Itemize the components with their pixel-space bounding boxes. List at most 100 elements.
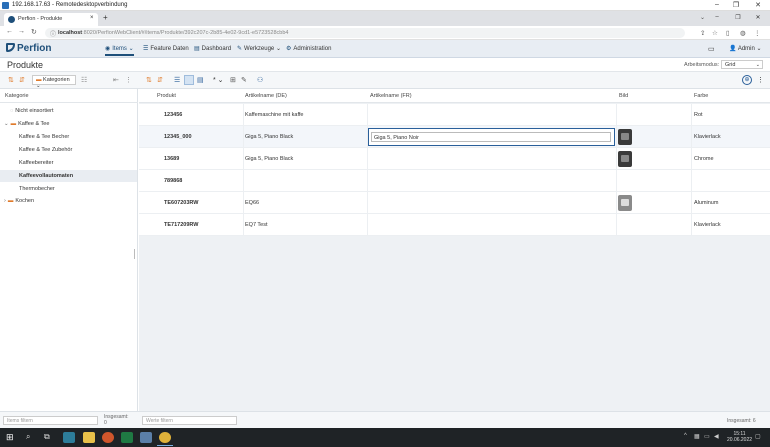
bookmark-star-icon[interactable]: ☆: [712, 29, 718, 37]
clipboard-icon[interactable]: ▭: [708, 45, 715, 53]
col-header-produkt[interactable]: Produkt: [157, 93, 176, 99]
edge-taskbar-icon[interactable]: [63, 432, 75, 443]
tree-item-kaffee-tee[interactable]: ⌄ ▬ Kaffee & Tee: [4, 121, 49, 127]
collapse-tree-icon[interactable]: ⇵: [19, 76, 25, 84]
tray-chevron-icon[interactable]: ^: [684, 433, 687, 439]
werte-filter-input[interactable]: Werte filtern: [142, 416, 237, 425]
minimize-button[interactable]: –: [712, 1, 722, 8]
chevron-down-icon[interactable]: ⌄: [4, 121, 9, 127]
cell-farbe[interactable]: Aluminum: [694, 200, 718, 206]
col-header-farbe[interactable]: Farbe: [694, 93, 708, 99]
col-header-artikelname-fr[interactable]: Artikelname (FR): [370, 93, 412, 99]
table-row[interactable]: 123456 Kaffemaschine mit kaffe Rot: [139, 104, 770, 126]
perfion-logo[interactable]: Perfion: [6, 43, 51, 54]
rdp-taskbar-icon[interactable]: [140, 432, 152, 443]
notifications-icon[interactable]: ▢: [755, 433, 761, 440]
user-menu[interactable]: 👤 Admin ⌄: [729, 45, 762, 52]
tab-search-icon[interactable]: ⌄: [700, 14, 705, 21]
browser-tab[interactable]: Perfion - Produkte ×: [4, 13, 98, 26]
forward-icon[interactable]: →: [18, 28, 25, 35]
tree-item-kaffee-tee-zubehoer[interactable]: Kaffee & Tee Zubehör: [19, 147, 72, 153]
panel-menu-icon[interactable]: ⋮: [125, 76, 132, 84]
monitor-icon[interactable]: ▭: [704, 433, 710, 440]
tree-item-kaffeebereiter[interactable]: Kaffeebereiter: [19, 160, 53, 166]
close-window-button[interactable]: ✕: [753, 1, 763, 9]
col-header-artikelname-de[interactable]: Artikelname (DE): [245, 93, 287, 99]
grid-view-toggle[interactable]: [184, 75, 194, 85]
cell-name-de[interactable]: Kaffemaschine mit kaffe: [245, 112, 304, 118]
cell-produkt[interactable]: 123456: [164, 112, 182, 118]
tree-settings-icon[interactable]: ☷: [81, 76, 87, 84]
info-icon[interactable]: ⓘ: [50, 29, 56, 38]
tree-item-thermobecher[interactable]: Thermobecher: [19, 186, 55, 192]
collapse-panel-icon[interactable]: ⇤: [113, 76, 119, 84]
cell-name-de[interactable]: Giga 5, Piano Black: [245, 134, 293, 140]
name-fr-input[interactable]: Giga 5, Piano Noir: [371, 132, 611, 142]
cell-name-fr-editor[interactable]: Giga 5, Piano Noir: [368, 128, 615, 146]
product-image-thumbnail[interactable]: [618, 151, 632, 167]
menu-werkzeuge[interactable]: ✎ Werkzeuge ⌄: [237, 45, 281, 52]
volume-icon[interactable]: ◀: [714, 433, 719, 440]
cell-name-de[interactable]: EQ66: [245, 200, 259, 206]
product-image-thumbnail[interactable]: [618, 195, 632, 211]
panel-resize-handle[interactable]: [134, 249, 135, 259]
cell-farbe[interactable]: Klavierlack: [694, 134, 721, 140]
menu-items[interactable]: ◉ Items ⌄: [105, 45, 134, 56]
table-row[interactable]: TE717209RW EQ7 Test Klavierlack: [139, 214, 770, 236]
new-tab-button[interactable]: +: [103, 13, 108, 22]
table-row[interactable]: 12345_000 Giga 5, Piano Black Giga 5, Pi…: [139, 126, 770, 148]
cell-name-de[interactable]: Giga 5, Piano Black: [245, 156, 293, 162]
browser-close-button[interactable]: ✕: [753, 14, 763, 21]
excel-taskbar-icon[interactable]: [121, 432, 133, 443]
browser-restore-button[interactable]: ❐: [733, 14, 743, 21]
menu-feature-daten[interactable]: ☰ Feature Daten: [143, 45, 189, 52]
kategorien-dropdown[interactable]: ▬ Kategorien ⌄: [32, 75, 76, 89]
col-header-bild[interactable]: Bild: [619, 93, 628, 99]
windows-start-icon[interactable]: ⊞: [6, 432, 14, 443]
edit-icon[interactable]: ✎: [241, 76, 247, 84]
sidebar-icon[interactable]: ▯: [726, 29, 730, 37]
table-row[interactable]: 13689 Giga 5, Piano Black Chrome: [139, 148, 770, 170]
columns-icon[interactable]: ⊞: [230, 76, 236, 84]
browser-minimize-button[interactable]: –: [712, 14, 722, 20]
cell-produkt[interactable]: 789868: [164, 178, 182, 184]
taskbar-clock[interactable]: 15:11 20.06.2022: [727, 431, 752, 443]
browser-menu-icon[interactable]: ⋮: [754, 29, 761, 37]
globe-icon[interactable]: ⊕: [742, 75, 752, 85]
tree-item-kaffee-tee-becher[interactable]: Kaffee & Tee Becher: [19, 134, 69, 140]
tree-item-kochen[interactable]: › ▬ Kochen: [4, 198, 34, 204]
sort-select[interactable]: * ⌄: [213, 76, 224, 84]
users-icon[interactable]: ⚇: [257, 76, 263, 84]
table-row[interactable]: 789868: [139, 170, 770, 192]
maximize-button[interactable]: ❐: [731, 1, 741, 9]
profile-icon[interactable]: ◍: [740, 29, 746, 37]
chrome-taskbar-icon[interactable]: [159, 432, 171, 443]
reload-icon[interactable]: ↻: [31, 28, 37, 36]
menu-dashboard[interactable]: ▤ Dashboard: [194, 45, 231, 52]
cell-produkt[interactable]: 12345_000: [164, 134, 192, 140]
back-icon[interactable]: ←: [6, 28, 13, 35]
details-view-icon[interactable]: ▤: [197, 76, 204, 84]
tree-item-nicht-einsortiert[interactable]: ◌ Nicht einsortiert: [10, 108, 54, 114]
table-row[interactable]: TE607203RW EQ66 Aluminum: [139, 192, 770, 214]
grid-menu-icon[interactable]: ⋮: [757, 76, 764, 84]
menu-administration[interactable]: ⚙ Administration: [286, 45, 331, 52]
expand-tree-icon[interactable]: ⇅: [8, 76, 14, 84]
workmode-select[interactable]: Grid ⌄: [721, 60, 763, 69]
explorer-taskbar-icon[interactable]: [83, 432, 95, 443]
cell-produkt[interactable]: 13689: [164, 156, 179, 162]
task-view-icon[interactable]: ⧉: [44, 432, 50, 442]
cell-produkt[interactable]: TE607203RW: [164, 200, 198, 206]
tab-close-icon[interactable]: ×: [90, 15, 94, 21]
url-field[interactable]: ⓘ localhost:8020/PerfionWebClient/#/item…: [45, 28, 685, 38]
product-image-thumbnail[interactable]: [618, 129, 632, 145]
chevron-right-icon[interactable]: ›: [4, 198, 6, 204]
tree-item-kaffeevollautomaten[interactable]: Kaffeevollautomaten: [0, 170, 137, 182]
app-taskbar-icon[interactable]: [102, 432, 114, 443]
cell-farbe[interactable]: Chrome: [694, 156, 714, 162]
grid-collapse-icon[interactable]: ⇵: [157, 76, 163, 84]
share-icon[interactable]: ⇪: [700, 29, 705, 37]
grid-expand-icon[interactable]: ⇅: [146, 76, 152, 84]
cell-name-de[interactable]: EQ7 Test: [245, 222, 268, 228]
items-filter-input[interactable]: Items filtern: [3, 416, 98, 425]
